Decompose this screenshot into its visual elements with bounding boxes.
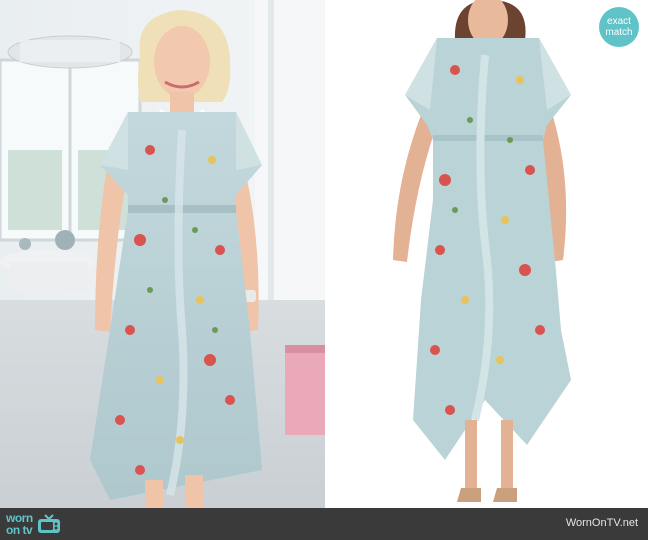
site-logo[interactable]: worn on tv — [6, 512, 62, 536]
page: exact match worn on tv WornOnTV.net — [0, 0, 648, 540]
logo-line-2: on tv — [6, 523, 33, 537]
footer-bar: worn on tv WornOnTV.net — [0, 508, 648, 540]
logo-text: worn on tv — [6, 512, 33, 536]
tv-icon — [37, 514, 60, 533]
product-photo — [325, 0, 648, 508]
badge-line-2: match — [605, 27, 633, 38]
scene-illustration — [0, 0, 325, 508]
site-name[interactable]: WornOnTV.net — [566, 517, 638, 529]
product-illustration — [325, 0, 648, 508]
badge-line-1: exact — [607, 16, 631, 27]
scene-photo — [0, 0, 325, 508]
exact-match-badge: exact match — [599, 7, 639, 47]
